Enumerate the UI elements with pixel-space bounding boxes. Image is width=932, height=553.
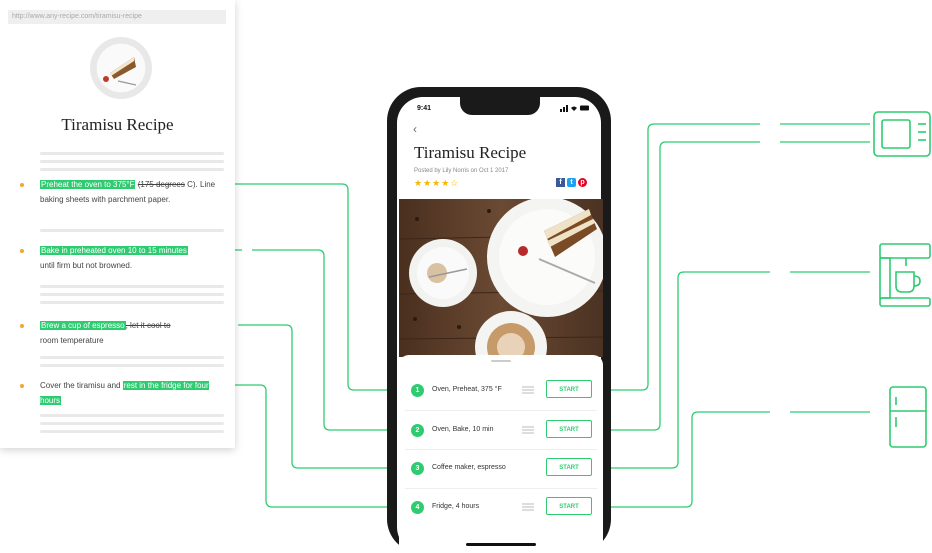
web-step-2: Bake in preheated oven 10 to 15 minutes … [40, 246, 188, 270]
settings-sliders-icon[interactable] [522, 425, 534, 435]
step-number: 2 [411, 424, 424, 437]
divider [40, 422, 224, 425]
home-indicator [466, 543, 536, 546]
oven-icon [873, 111, 931, 157]
step-number: 3 [411, 462, 424, 475]
divider [40, 356, 224, 359]
drag-handle[interactable] [491, 360, 511, 362]
step-bullet [20, 384, 24, 388]
step-label: Oven, Preheat, 375 °F [432, 386, 502, 393]
status-time: 9:41 [417, 105, 432, 112]
divider [405, 449, 597, 450]
recipe-web-page: http://www.any-recipe.com/tiramisu-recip… [0, 0, 235, 448]
divider [40, 414, 224, 417]
start-button[interactable]: START [546, 380, 592, 398]
highlighted-text: Bake in preheated oven 10 to 15 minutes [40, 246, 188, 255]
wire-step-2 [216, 249, 416, 431]
tiramisu-thumbnail [90, 37, 152, 99]
divider [40, 285, 224, 288]
step-number: 1 [411, 384, 424, 397]
app-step-2: 2 Oven, Bake, 10 min START [408, 416, 598, 446]
url-bar[interactable]: http://www.any-recipe.com/tiramisu-recip… [8, 10, 226, 24]
pinterest-icon[interactable]: p [578, 178, 587, 187]
web-step-3: Brew a cup of espresso, let it cool to r… [40, 321, 171, 345]
social-share: f t p [556, 178, 587, 187]
step-label: Coffee maker, espresso [432, 464, 506, 471]
settings-sliders-icon[interactable] [522, 385, 534, 395]
divider [40, 160, 224, 163]
phone-notch [460, 95, 540, 115]
app-step-1: 1 Oven, Preheat, 375 °F START [408, 376, 598, 406]
step-bullet [20, 324, 24, 328]
start-button[interactable]: START [546, 420, 592, 438]
divider [40, 293, 224, 296]
web-step-1: Preheat the oven to 375°F (175 degrees C… [40, 180, 216, 204]
facebook-icon[interactable]: f [556, 178, 565, 187]
posted-by: Posted by Lily Norris on Oct 1 2017 [414, 168, 509, 174]
app-step-3: 3 Coffee maker, espresso START [408, 454, 598, 484]
recipe-title: Tiramisu Recipe [61, 115, 174, 134]
divider [40, 168, 224, 171]
step-label: Oven, Bake, 10 min [432, 426, 494, 433]
settings-sliders-icon[interactable] [522, 502, 534, 512]
recipe-photo [399, 199, 603, 357]
fridge-icon [889, 386, 927, 448]
app-recipe-title: Tiramisu Recipe [414, 143, 527, 162]
twitter-icon[interactable]: t [567, 178, 576, 187]
start-button[interactable]: START [546, 458, 592, 476]
wire-start-3 [596, 271, 870, 469]
wire-start-1 [596, 123, 870, 391]
divider [405, 410, 597, 411]
divider [40, 364, 224, 367]
rating-stars: ★★★★☆ [414, 178, 460, 188]
step-bullet [20, 249, 24, 253]
highlighted-text: Preheat the oven to 375°F [40, 180, 136, 189]
divider [40, 301, 224, 304]
app-step-4: 4 Fridge, 4 hours START [408, 493, 598, 523]
web-step-4: Cover the tiramisu and rest in the fridg… [40, 381, 209, 405]
highlighted-text: Brew a cup of espresso [40, 321, 126, 330]
status-icons [560, 104, 590, 114]
step-bullet [20, 183, 24, 187]
back-button[interactable]: ‹ [413, 122, 417, 136]
coffee-maker-icon [879, 243, 931, 307]
wire-start-4 [596, 411, 870, 508]
divider [40, 229, 224, 232]
step-number: 4 [411, 501, 424, 514]
wire-start-2 [596, 141, 870, 431]
divider [40, 430, 224, 433]
step-label: Fridge, 4 hours [432, 503, 480, 510]
divider [40, 152, 224, 155]
divider [405, 488, 597, 489]
start-button[interactable]: START [546, 497, 592, 515]
